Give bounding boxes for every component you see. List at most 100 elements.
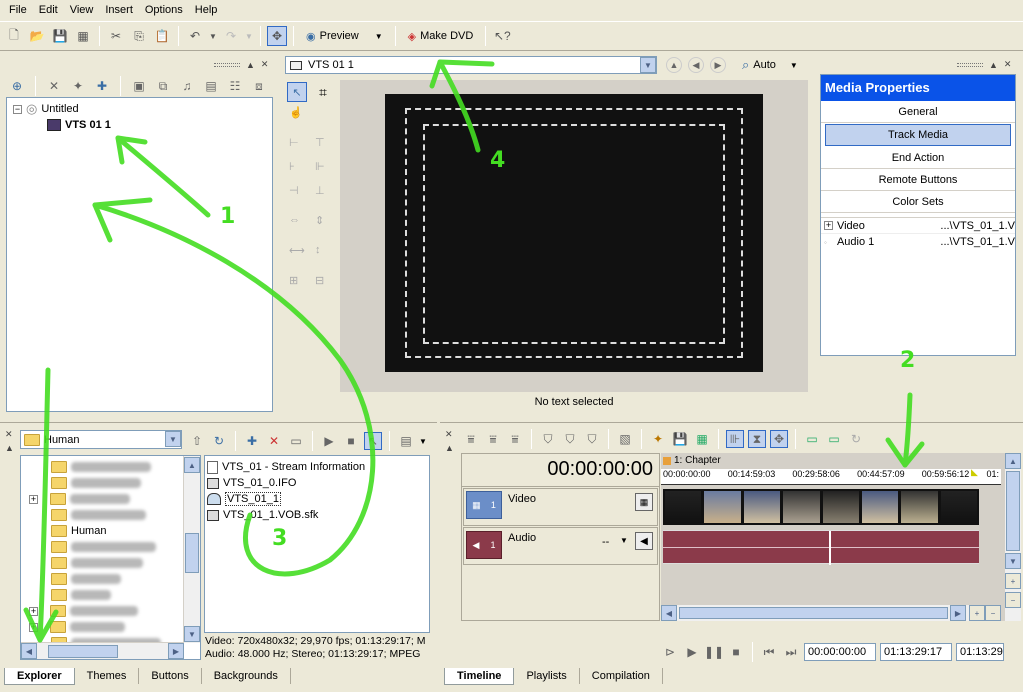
folder-item[interactable] xyxy=(51,587,200,603)
scroll-down-icon[interactable]: ▼ xyxy=(1005,553,1021,569)
auto-ripple-icon[interactable]: ✥ xyxy=(770,430,788,448)
scroll-up-icon[interactable]: ▲ xyxy=(1005,453,1021,469)
insert-media-icon[interactable]: ✚ xyxy=(93,77,111,95)
marker-icon[interactable]: ⛉ xyxy=(539,430,557,448)
chevron-down-icon[interactable]: ▼ xyxy=(419,437,427,446)
pause-icon[interactable]: ❚❚ xyxy=(704,643,724,661)
speaker-icon[interactable]: ◀ xyxy=(635,532,653,550)
general-button[interactable]: General xyxy=(821,101,1015,123)
tab-playlists[interactable]: Playlists xyxy=(514,668,580,684)
clip-icon[interactable]: ▧ xyxy=(616,430,634,448)
space-down-icon[interactable]: ↕ xyxy=(315,244,321,256)
insert-audio-track-icon[interactable]: ⩸ xyxy=(484,430,502,448)
redo-icon[interactable]: ↷ xyxy=(221,26,241,46)
file-item-selected[interactable]: VTS_01_1 xyxy=(207,491,427,507)
zoom-out-icon[interactable]: − xyxy=(985,605,1001,621)
insert-slideshow-icon[interactable]: ⧈ xyxy=(250,77,268,95)
whats-this-icon[interactable]: ↖? xyxy=(492,26,512,46)
back-icon[interactable]: ◀ xyxy=(688,57,704,73)
chevron-down-icon[interactable]: ▼ xyxy=(790,61,798,70)
align-bottom-icon[interactable]: ⊥ xyxy=(315,184,325,197)
folder-tree-hscroll[interactable]: ◀ ▶ xyxy=(21,642,184,659)
zoom-in-icon[interactable]: + xyxy=(1005,573,1021,589)
property-row-audio[interactable]: ◦ Audio 1 ...\VTS_01_1.V xyxy=(821,234,1015,250)
file-item[interactable]: VTS_01_1.VOB.sfk xyxy=(207,507,427,523)
insert-list-icon[interactable]: ☷ xyxy=(226,77,244,95)
properties-icon[interactable]: ▦ xyxy=(73,26,93,46)
align-left-icon[interactable]: ⊢ xyxy=(289,136,299,149)
folder-tree-vscroll[interactable]: ▲ ▼ xyxy=(183,456,200,643)
tab-backgrounds[interactable]: Backgrounds xyxy=(202,668,291,684)
views-icon[interactable]: ▤ xyxy=(397,432,415,450)
video-clip[interactable] xyxy=(663,489,979,525)
go-to-end-icon[interactable]: ⏭ xyxy=(782,643,800,661)
zoom-out-icon[interactable]: − xyxy=(1005,592,1021,608)
file-item[interactable]: VTS_01 - Stream Information xyxy=(207,459,427,475)
center-horizontal-icon[interactable]: ⊞ xyxy=(289,274,298,287)
stop-icon[interactable]: ■ xyxy=(727,643,745,661)
tab-themes[interactable]: Themes xyxy=(75,668,140,684)
collapse-icon[interactable]: − xyxy=(13,104,22,114)
copy-icon[interactable]: ⎘ xyxy=(129,26,149,46)
folder-item[interactable] xyxy=(51,459,200,475)
chapter-icon[interactable]: ⛉ xyxy=(561,430,579,448)
play-icon[interactable]: ▶ xyxy=(683,643,701,661)
color-sets-button[interactable]: Color Sets xyxy=(821,191,1015,213)
sync-icon[interactable]: ⧗ xyxy=(748,430,766,448)
zoom-selector[interactable]: ⌕ Auto ▼ xyxy=(742,56,798,74)
time-start-field[interactable]: 00:00:00:00 xyxy=(804,643,876,661)
folder-item[interactable]: + xyxy=(29,491,200,507)
scroll-down-icon[interactable]: ▼ xyxy=(184,626,200,642)
close-icon[interactable]: ✕ xyxy=(261,59,269,70)
make-dvd-button[interactable]: ◈ Make DVD xyxy=(402,25,480,47)
open-icon[interactable]: 📂 xyxy=(27,26,47,46)
close-icon[interactable]: ✕ xyxy=(5,429,13,440)
tab-compilation[interactable]: Compilation xyxy=(580,668,663,684)
insert-subtitle-track-icon[interactable]: ⩸ xyxy=(506,430,524,448)
pointer-icon[interactable]: ↖ xyxy=(287,82,307,102)
project-overview-icon[interactable]: ⊕ xyxy=(8,77,26,95)
auto-preview-icon[interactable]: ↖ xyxy=(364,432,382,450)
play-icon[interactable]: ▶ xyxy=(320,432,338,450)
refresh-icon[interactable]: ↻ xyxy=(210,432,228,450)
grid-icon[interactable]: ⌗ xyxy=(313,82,333,102)
menu-file[interactable]: File xyxy=(3,4,33,16)
folder-icon[interactable]: ▭ xyxy=(803,430,821,448)
delete-icon[interactable]: ✕ xyxy=(265,432,283,450)
tree-node-root[interactable]: − ◎ Untitled xyxy=(13,101,272,117)
menu-canvas[interactable] xyxy=(385,94,763,372)
folder-item[interactable] xyxy=(51,475,200,491)
expand-icon[interactable]: + xyxy=(29,494,38,504)
paste-icon[interactable]: 📋 xyxy=(152,26,172,46)
music-icon[interactable]: ♫ xyxy=(178,77,196,95)
chapter-marker[interactable]: 1: Chapter xyxy=(663,455,721,466)
align-top-icon[interactable]: ⊤ xyxy=(315,136,325,149)
align-middle-icon[interactable]: ⊩ xyxy=(315,160,325,173)
close-icon[interactable]: ✕ xyxy=(445,429,453,440)
tab-timeline[interactable]: Timeline xyxy=(444,668,515,685)
film-strip-icon[interactable]: ▦ xyxy=(693,430,711,448)
stop-icon[interactable]: ■ xyxy=(342,432,360,450)
expand-icon[interactable]: + xyxy=(29,622,38,632)
property-row-video[interactable]: + Video ...\VTS_01_1.V xyxy=(821,218,1015,234)
redo-dropdown-icon[interactable]: ▼ xyxy=(244,26,254,46)
pin-icon[interactable]: ▲ xyxy=(989,60,998,70)
auto-ripple-icon[interactable]: ✥ xyxy=(267,26,287,46)
scroll-up-icon[interactable]: ▲ xyxy=(184,457,200,473)
folder-item[interactable] xyxy=(51,507,200,523)
menu-edit[interactable]: Edit xyxy=(33,4,64,16)
folder-item-human[interactable]: Human xyxy=(51,523,200,539)
timeline-hscroll[interactable]: ◀ ▶ + − xyxy=(661,605,1001,621)
align-center-icon[interactable]: ⊦ xyxy=(289,160,295,173)
forward-icon[interactable]: ▶ xyxy=(710,57,726,73)
undo-icon[interactable]: ↶ xyxy=(185,26,205,46)
chevron-down-icon[interactable]: ▼ xyxy=(620,536,628,545)
audio-clip[interactable] xyxy=(663,530,979,565)
time-ruler[interactable]: 00:00:00:00 00:14:59:03 00:29:58:06 00:4… xyxy=(661,469,1001,485)
up-icon[interactable]: ▲ xyxy=(666,57,682,73)
pin-icon[interactable]: ▲ xyxy=(246,60,255,70)
up-folder-icon[interactable]: ⇧ xyxy=(188,432,206,450)
insert-button-icon[interactable]: ▣ xyxy=(130,77,148,95)
end-marker-icon[interactable]: ◣ xyxy=(971,467,978,478)
chevron-down-icon[interactable]: ▼ xyxy=(640,57,656,73)
